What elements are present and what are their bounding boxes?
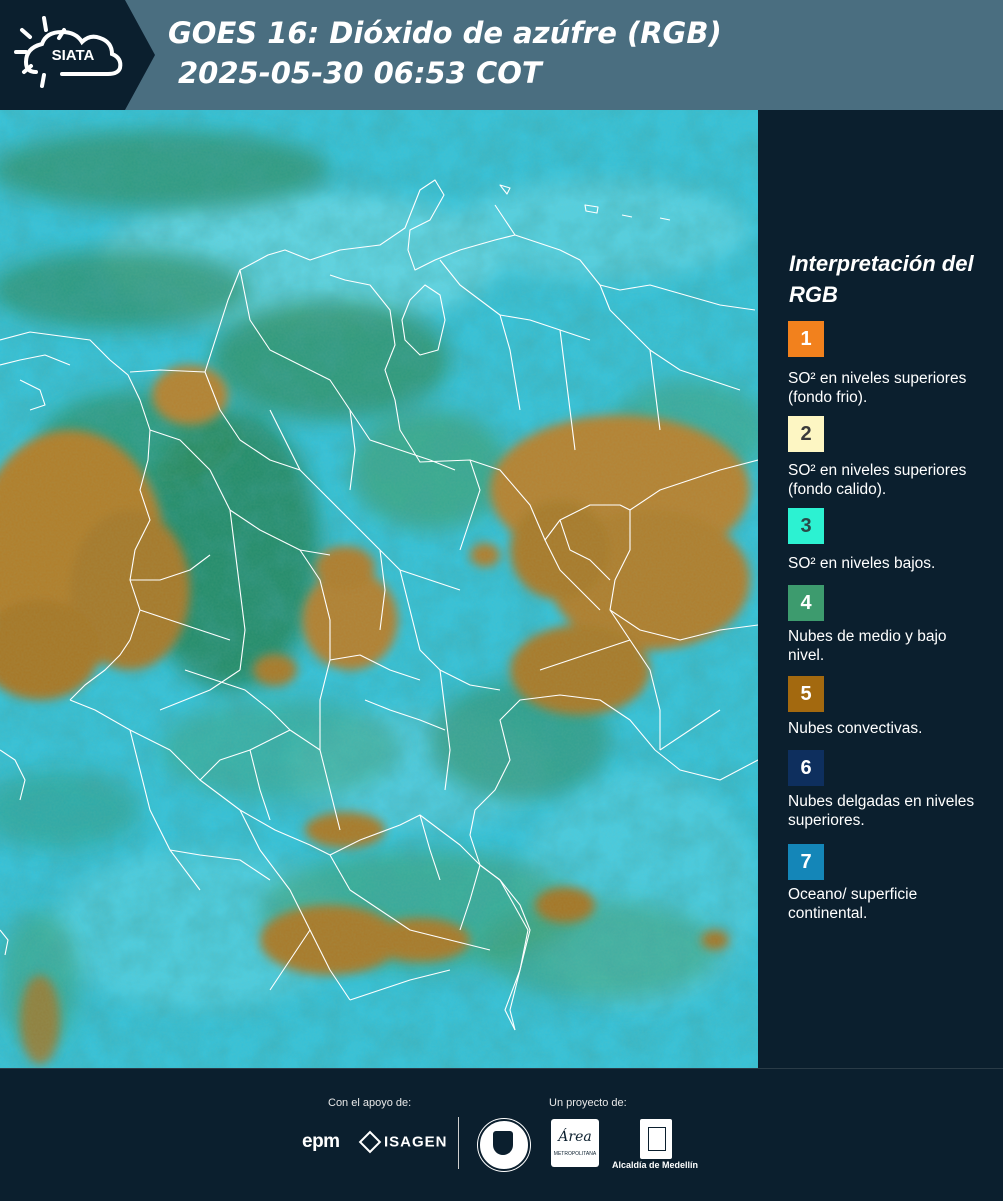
epm-logo: epm [302, 1131, 340, 1152]
legend-swatch-6: 6 [788, 750, 824, 786]
legend-label-5: Nubes convectivas. [788, 720, 923, 737]
isagen-logo: ISAGEN [358, 1130, 448, 1154]
legend-number-5: 5 [800, 682, 812, 705]
logo-text-svg: SIATA [52, 47, 95, 64]
medellin-seal-logo [478, 1119, 530, 1171]
alcaldia-crest-icon [640, 1119, 672, 1159]
legend-panel: Interpretación del RGB 1 SO² en niveles … [762, 110, 1003, 1068]
siata-logo: SIATA [0, 0, 155, 110]
project-label: Un proyecto de: [549, 1097, 627, 1109]
area-logo-caption: METROPOLITANA [553, 1151, 597, 1157]
page-title: GOES 16: Dióxido de azúfre (RGB) [168, 16, 722, 50]
image-grain [0, 110, 758, 1070]
support-label: Con el apoyo de: [328, 1097, 412, 1109]
legend-title: Interpretación del RGB [789, 251, 974, 307]
footer-divider [458, 1117, 459, 1169]
legend-number-7: 7 [800, 850, 812, 873]
legend-number-6: 6 [800, 756, 812, 779]
legend-swatch-3: 3 [788, 508, 824, 544]
legend-number-1: 1 [800, 327, 812, 350]
legend-label-6: Nubes delgadas en niveles superiores. [788, 793, 975, 829]
seal-shield-icon [493, 1131, 513, 1155]
legend-swatch-4: 4 [788, 585, 824, 621]
legend-swatch-2: 2 [788, 416, 824, 452]
satellite-map[interactable] [0, 110, 758, 1070]
legend-label-4: Nubes de medio y bajo nivel. [788, 628, 947, 664]
legend-number-4: 4 [800, 591, 812, 614]
legend-number-3: 3 [800, 514, 812, 537]
page-timestamp: 2025-05-30 06:53 COT [178, 56, 542, 90]
legend-label-2: SO² en niveles superiores (fondo calido)… [788, 462, 967, 498]
legend-swatch-5: 5 [788, 676, 824, 712]
isagen-mark-icon [358, 1130, 382, 1154]
alcaldia-text: Alcaldía de Medellín [612, 1160, 699, 1170]
legend-label-3: SO² en niveles bajos. [788, 555, 936, 572]
isagen-text: ISAGEN [384, 1133, 448, 1151]
area-logo-mark: Área [558, 1129, 592, 1145]
legend-label-1: SO² en niveles superiores (fondo frio). [788, 370, 967, 406]
legend-swatch-7: 7 [788, 844, 824, 880]
footer: Con el apoyo de: Un proyecto de: epm ISA… [0, 1068, 1003, 1201]
legend-swatch-1: 1 [788, 321, 824, 357]
legend-number-2: 2 [800, 422, 812, 445]
crest-inner-icon [648, 1127, 666, 1151]
area-metropolitana-logo: Área METROPOLITANA [551, 1119, 599, 1167]
legend-label-7: Oceano/ superficie continental. [788, 886, 918, 922]
header-bar: SIATA GOES 16: Dióxido de azúfre (RGB) 2… [0, 0, 1003, 110]
